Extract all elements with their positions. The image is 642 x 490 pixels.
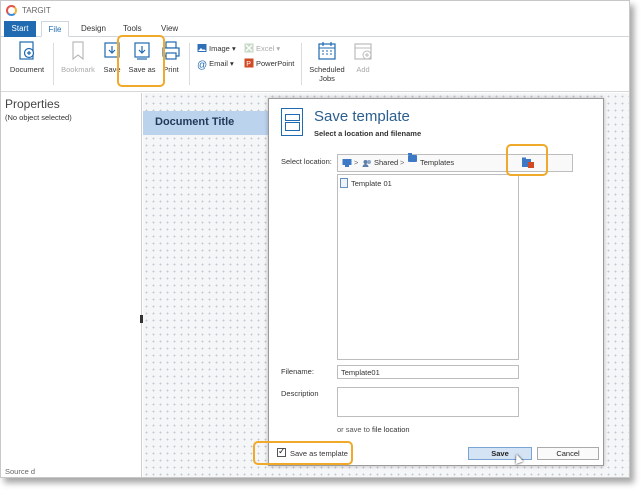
document-title: Document Title <box>155 116 235 128</box>
print-label: Print <box>163 65 179 74</box>
properties-panel: Properties (No object selected) Source d <box>1 93 142 477</box>
email-button[interactable]: @ Email ▾ <box>197 58 234 71</box>
breadcrumb-templates[interactable]: Templates <box>420 155 454 171</box>
breadcrumb-shared[interactable]: Shared <box>374 155 398 171</box>
email-label: Email <box>209 59 228 68</box>
scheduled-jobs-label-1: Scheduled <box>309 65 345 74</box>
tab-start[interactable]: Start <box>4 21 36 37</box>
ribbon-separator <box>189 43 190 85</box>
image-button[interactable]: Image ▾ <box>197 43 236 55</box>
ribbon-separator <box>301 43 302 85</box>
filename-label: Filename: <box>281 367 314 376</box>
chevron-right-icon: > <box>400 158 405 167</box>
properties-title: Properties <box>5 97 60 111</box>
document-icon <box>16 40 38 62</box>
save-to-file-location: or save to file location <box>337 425 410 434</box>
powerpoint-icon: P <box>244 58 254 68</box>
excel-button[interactable]: Excel ▾ <box>244 43 280 55</box>
ribbon-separator <box>53 43 54 85</box>
bookmark-icon <box>67 40 89 62</box>
app-title: TARGIT <box>22 6 51 15</box>
calendar-add-icon <box>352 40 374 62</box>
dialog-subtitle: Select a location and filename <box>314 129 422 138</box>
app-window: TARGIT Start File Design Tools View Docu… <box>0 0 630 478</box>
save-as-template-highlight <box>253 441 353 465</box>
scheduled-jobs-label-2: Jobs <box>319 74 335 83</box>
chevron-right-icon: > <box>354 158 359 167</box>
bookmark-label: Bookmark <box>61 65 95 74</box>
document-label: Document <box>9 65 45 74</box>
ribbon-tabs: Start File Design Tools View <box>1 21 629 37</box>
template-icon <box>281 108 303 136</box>
powerpoint-label: PowerPoint <box>256 59 295 68</box>
folder-icon <box>408 153 417 162</box>
image-label: Image <box>209 44 230 53</box>
file-name: Template 01 <box>351 179 392 188</box>
or-save-to-text: or save to <box>337 425 370 434</box>
source-footer: Source d <box>5 467 36 476</box>
tab-design[interactable]: Design <box>73 21 114 37</box>
scheduled-jobs-button[interactable]: Scheduled Jobs <box>307 40 347 83</box>
file-location-link[interactable]: file location <box>372 425 410 434</box>
list-item[interactable]: Template 01 <box>340 178 392 188</box>
browse-highlight <box>506 144 548 176</box>
document-button[interactable]: Document <box>9 40 45 74</box>
add-label: Add <box>356 65 370 74</box>
filename-input[interactable]: Template01 <box>337 365 519 379</box>
excel-icon <box>244 43 254 53</box>
save-as-highlight <box>117 35 165 87</box>
tab-file[interactable]: File <box>41 21 69 37</box>
panel-resize-handle[interactable] <box>140 315 143 323</box>
description-input[interactable] <box>337 387 519 417</box>
description-label: Description <box>281 389 319 398</box>
cancel-button[interactable]: Cancel <box>537 447 599 460</box>
svg-text:P: P <box>246 61 251 68</box>
properties-subtitle: (No object selected) <box>5 113 72 122</box>
targit-logo-icon <box>6 5 17 16</box>
powerpoint-button[interactable]: P PowerPoint <box>244 58 294 70</box>
dialog-title: Save template <box>314 108 410 125</box>
calendar-icon <box>316 40 338 62</box>
image-icon <box>197 43 207 53</box>
at-sign-icon: @ <box>197 60 208 71</box>
ribbon: Document Bookmark Save Save as Print Ima… <box>1 37 629 92</box>
select-location-label: Select location: <box>281 157 332 166</box>
title-bar: TARGIT <box>1 1 629 21</box>
add-job-button[interactable]: Add <box>351 40 375 74</box>
document-header[interactable]: Document Title <box>143 111 273 135</box>
template-file-list[interactable]: Template 01 <box>337 174 519 360</box>
save-template-dialog: Save template Select a location and file… <box>268 98 604 466</box>
excel-label: Excel <box>256 44 275 53</box>
template-file-icon <box>340 178 348 188</box>
bookmark-button[interactable]: Bookmark <box>59 40 97 74</box>
